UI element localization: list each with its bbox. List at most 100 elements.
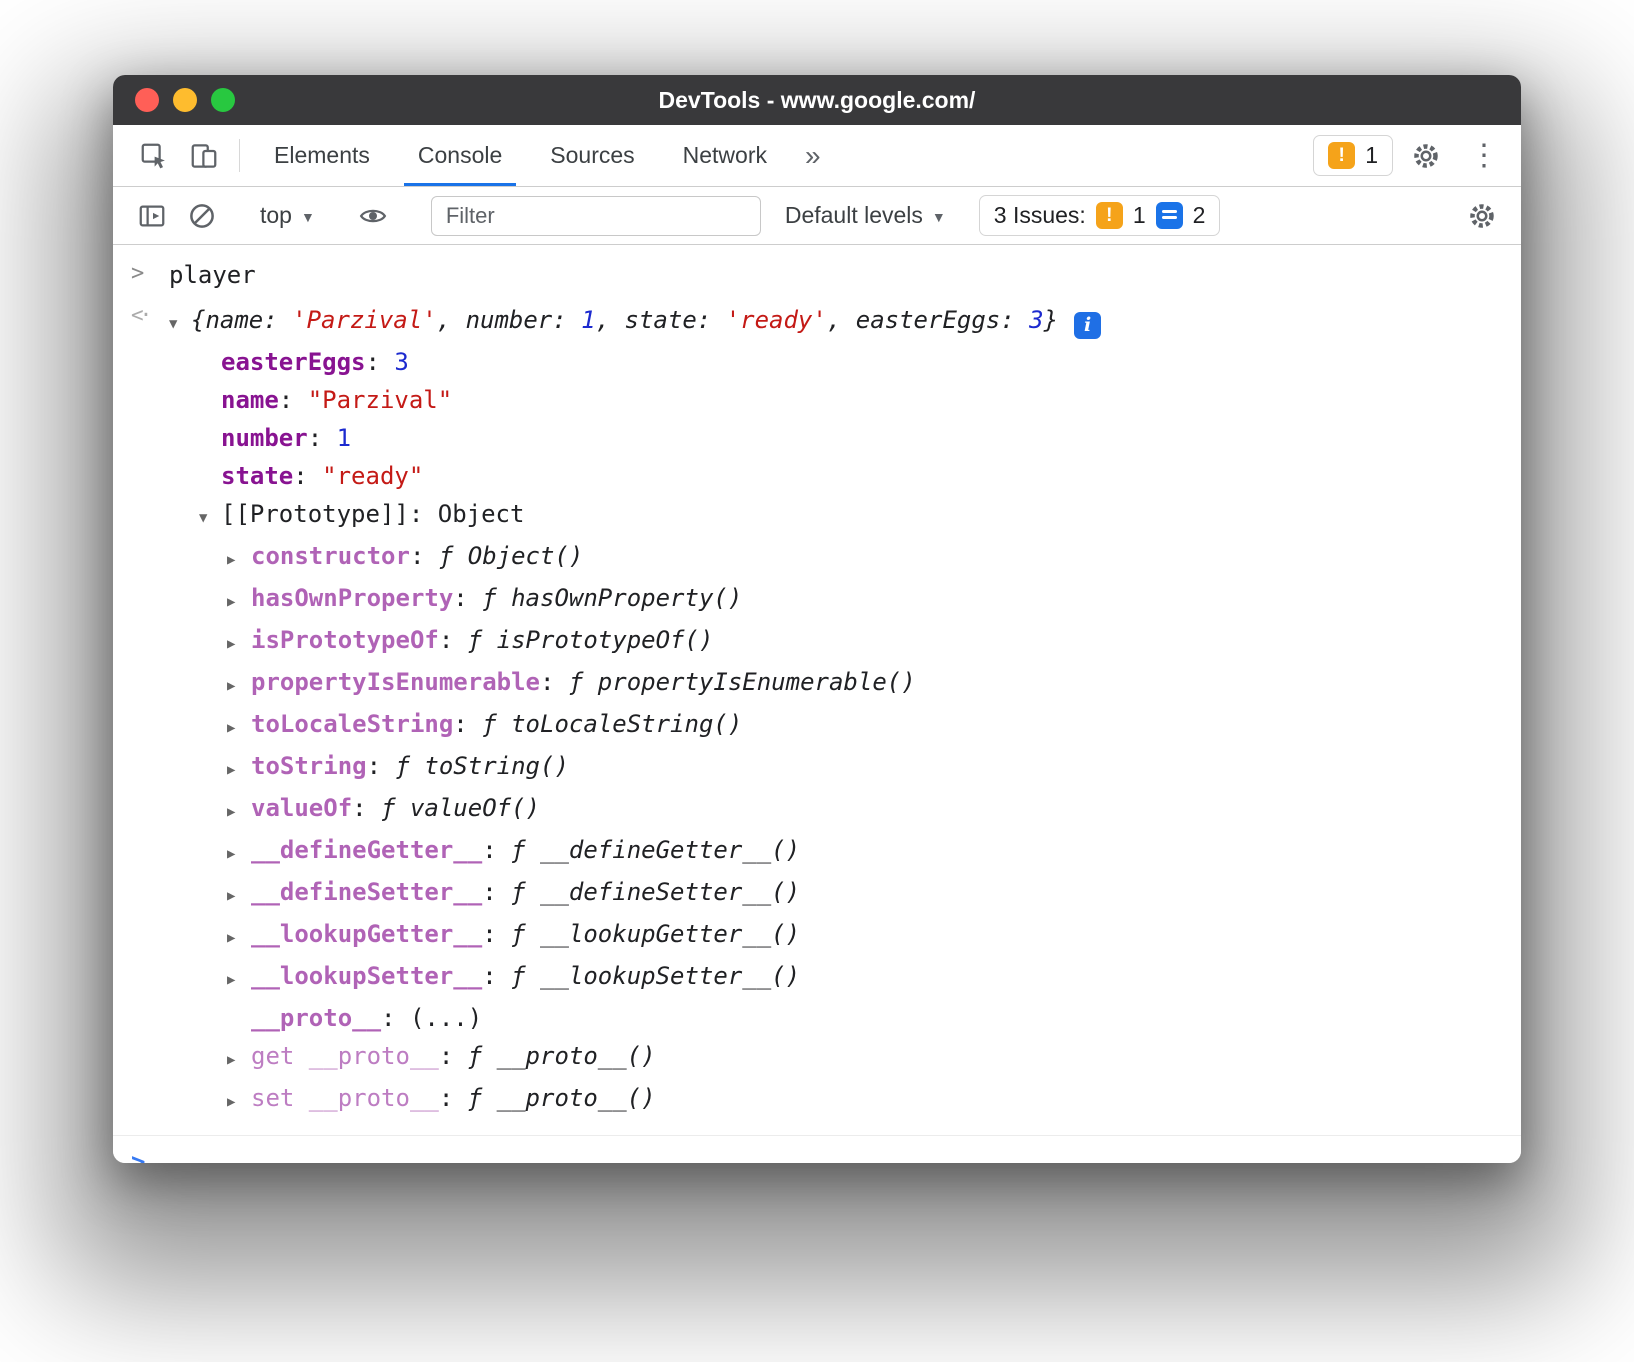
prototype-method-row[interactable]: ▶constructor: ƒ Object() [169, 537, 1521, 579]
property-name: hasOwnProperty [251, 579, 453, 617]
function-value: ƒ __proto__() [468, 1037, 656, 1075]
prototype-method-row[interactable]: ▶__lookupGetter__: ƒ __lookupGetter__() [169, 915, 1521, 957]
prototype-methods-list: ▶constructor: ƒ Object()▶hasOwnProperty:… [169, 537, 1521, 999]
prototype-method-row[interactable]: ▶isPrototypeOf: ƒ isPrototypeOf() [169, 621, 1521, 663]
javascript-context-dropdown[interactable]: top ▼ [248, 202, 327, 229]
colon: : [381, 999, 410, 1037]
disclosure-triangle-icon[interactable]: ▶ [227, 835, 251, 873]
error-count-button[interactable]: ! 1 [1313, 135, 1393, 176]
disclosure-triangle-icon[interactable]: ▶ [227, 667, 251, 705]
property-value: 3 [394, 343, 408, 381]
disclosure-triangle-icon[interactable]: ▶ [227, 583, 251, 621]
preview-token: : [1000, 306, 1029, 334]
tab-network[interactable]: Network [659, 125, 791, 186]
console-prompt[interactable]: > [113, 1135, 1521, 1163]
prototype-row[interactable]: ▼ [[Prototype]] : Object [169, 495, 1521, 537]
disclosure-triangle-icon[interactable]: ▶ [227, 1041, 251, 1079]
zoom-button[interactable] [211, 88, 235, 112]
clear-console-button[interactable] [177, 192, 227, 240]
disclosure-triangle-icon[interactable]: ▶ [227, 709, 251, 747]
preview-token: : [552, 306, 581, 334]
own-property-row[interactable]: name: "Parzival" [169, 381, 1521, 419]
object-preview: {name: 'Parzival', number: 1, state: 're… [191, 301, 1058, 339]
object-preview-row[interactable]: ▼ {name: 'Parzival', number: 1, state: '… [169, 301, 1521, 343]
function-value: ƒ valueOf() [381, 789, 540, 827]
inspect-cursor-icon [139, 141, 169, 171]
filter-input[interactable] [431, 196, 761, 236]
colon: : [409, 495, 438, 533]
preview-token: { [191, 306, 205, 334]
issues-button[interactable]: 3 Issues: ! 1 2 [979, 195, 1221, 236]
info-icon[interactable]: i [1074, 312, 1101, 339]
disclosure-triangle-icon[interactable]: ▶ [227, 919, 251, 957]
devtools-tabbar: Elements Console Sources Network » ! 1 ⋮ [113, 125, 1521, 187]
tab-console[interactable]: Console [394, 125, 526, 186]
colon: : [439, 1079, 468, 1117]
property-name: constructor [251, 537, 410, 575]
function-value: ƒ __lookupSetter__() [511, 957, 800, 995]
prototype-method-row[interactable]: ▶hasOwnProperty: ƒ hasOwnProperty() [169, 579, 1521, 621]
property-name: toLocaleString [251, 705, 453, 743]
device-toolbar-button[interactable] [179, 132, 229, 180]
prototype-method-row[interactable]: ▶toString: ƒ toString() [169, 747, 1521, 789]
disclosure-triangle-icon[interactable]: ▼ [199, 499, 221, 537]
chevron-down-icon: ▼ [932, 209, 946, 225]
tab-sources[interactable]: Sources [526, 125, 658, 186]
prototype-method-row[interactable]: ▶propertyIsEnumerable: ƒ propertyIsEnume… [169, 663, 1521, 705]
close-button[interactable] [135, 88, 159, 112]
preview-token: number [466, 306, 553, 334]
disclosure-triangle-icon[interactable]: ▶ [227, 751, 251, 789]
function-value: ƒ hasOwnProperty() [482, 579, 742, 617]
colon: : [367, 747, 396, 785]
function-value: ƒ __proto__() [468, 1079, 656, 1117]
log-levels-dropdown[interactable]: Default levels ▼ [773, 202, 958, 229]
accessor-row[interactable]: ▶get __proto__: ƒ __proto__() [169, 1037, 1521, 1079]
more-tabs-icon[interactable]: » [791, 125, 835, 186]
colon: : [453, 705, 482, 743]
proto-accessor-row[interactable]: __proto__ : (...) [169, 999, 1521, 1037]
own-property-row[interactable]: number: 1 [169, 419, 1521, 457]
live-expression-button[interactable] [348, 192, 398, 240]
colon: : [439, 621, 468, 659]
property-value: "Parzival" [308, 381, 453, 419]
accessor-row[interactable]: ▶set __proto__: ƒ __proto__() [169, 1079, 1521, 1121]
context-label: top [260, 202, 292, 229]
accessor-rows: ▶get __proto__: ƒ __proto__()▶set __prot… [169, 1037, 1521, 1121]
minimize-button[interactable] [173, 88, 197, 112]
colon: : [410, 537, 439, 575]
window-title: DevTools - www.google.com/ [659, 87, 976, 114]
settings-button[interactable] [1401, 132, 1451, 180]
property-name: __defineSetter__ [251, 873, 482, 911]
colon: : [482, 873, 511, 911]
prototype-method-row[interactable]: ▶toLocaleString: ƒ toLocaleString() [169, 705, 1521, 747]
preview-token: name [205, 306, 263, 334]
console-sidebar-button[interactable] [127, 192, 177, 240]
disclosure-triangle-icon[interactable]: ▼ [169, 305, 191, 343]
prototype-method-row[interactable]: ▶valueOf: ƒ valueOf() [169, 789, 1521, 831]
prototype-method-row[interactable]: ▶__lookupSetter__: ƒ __lookupSetter__() [169, 957, 1521, 999]
console-settings-button[interactable] [1457, 192, 1507, 240]
levels-label: Default levels [785, 202, 923, 229]
overflow-menu-button[interactable]: ⋮ [1459, 132, 1509, 180]
disclosure-triangle-icon[interactable]: ▶ [227, 961, 251, 999]
inspect-element-button[interactable] [129, 132, 179, 180]
tab-label: Console [418, 142, 502, 169]
devtools-window: DevTools - www.google.com/ Elements Cons… [113, 75, 1521, 1163]
tab-elements[interactable]: Elements [250, 125, 394, 186]
own-property-row[interactable]: state: "ready" [169, 457, 1521, 495]
disclosure-triangle-icon[interactable]: ▶ [227, 541, 251, 579]
property-name: get __proto__ [251, 1037, 439, 1075]
console-toolbar: top ▼ Default levels ▼ 3 Issues: ! 1 2 [113, 187, 1521, 245]
disclosure-triangle-icon[interactable]: ▶ [227, 877, 251, 915]
disclosure-triangle-icon[interactable]: ▶ [227, 1083, 251, 1121]
colon: : [293, 457, 322, 495]
prototype-method-row[interactable]: ▶__defineSetter__: ƒ __defineSetter__() [169, 873, 1521, 915]
disclosure-triangle-icon[interactable]: ▶ [227, 625, 251, 663]
prototype-method-row[interactable]: ▶__defineGetter__: ƒ __defineGetter__() [169, 831, 1521, 873]
preview-token: : [697, 306, 726, 334]
own-property-row[interactable]: easterEggs: 3 [169, 343, 1521, 381]
property-name: propertyIsEnumerable [251, 663, 540, 701]
property-name: isPrototypeOf [251, 621, 439, 659]
disclosure-triangle-icon[interactable]: ▶ [227, 793, 251, 831]
gear-icon [1467, 201, 1497, 231]
